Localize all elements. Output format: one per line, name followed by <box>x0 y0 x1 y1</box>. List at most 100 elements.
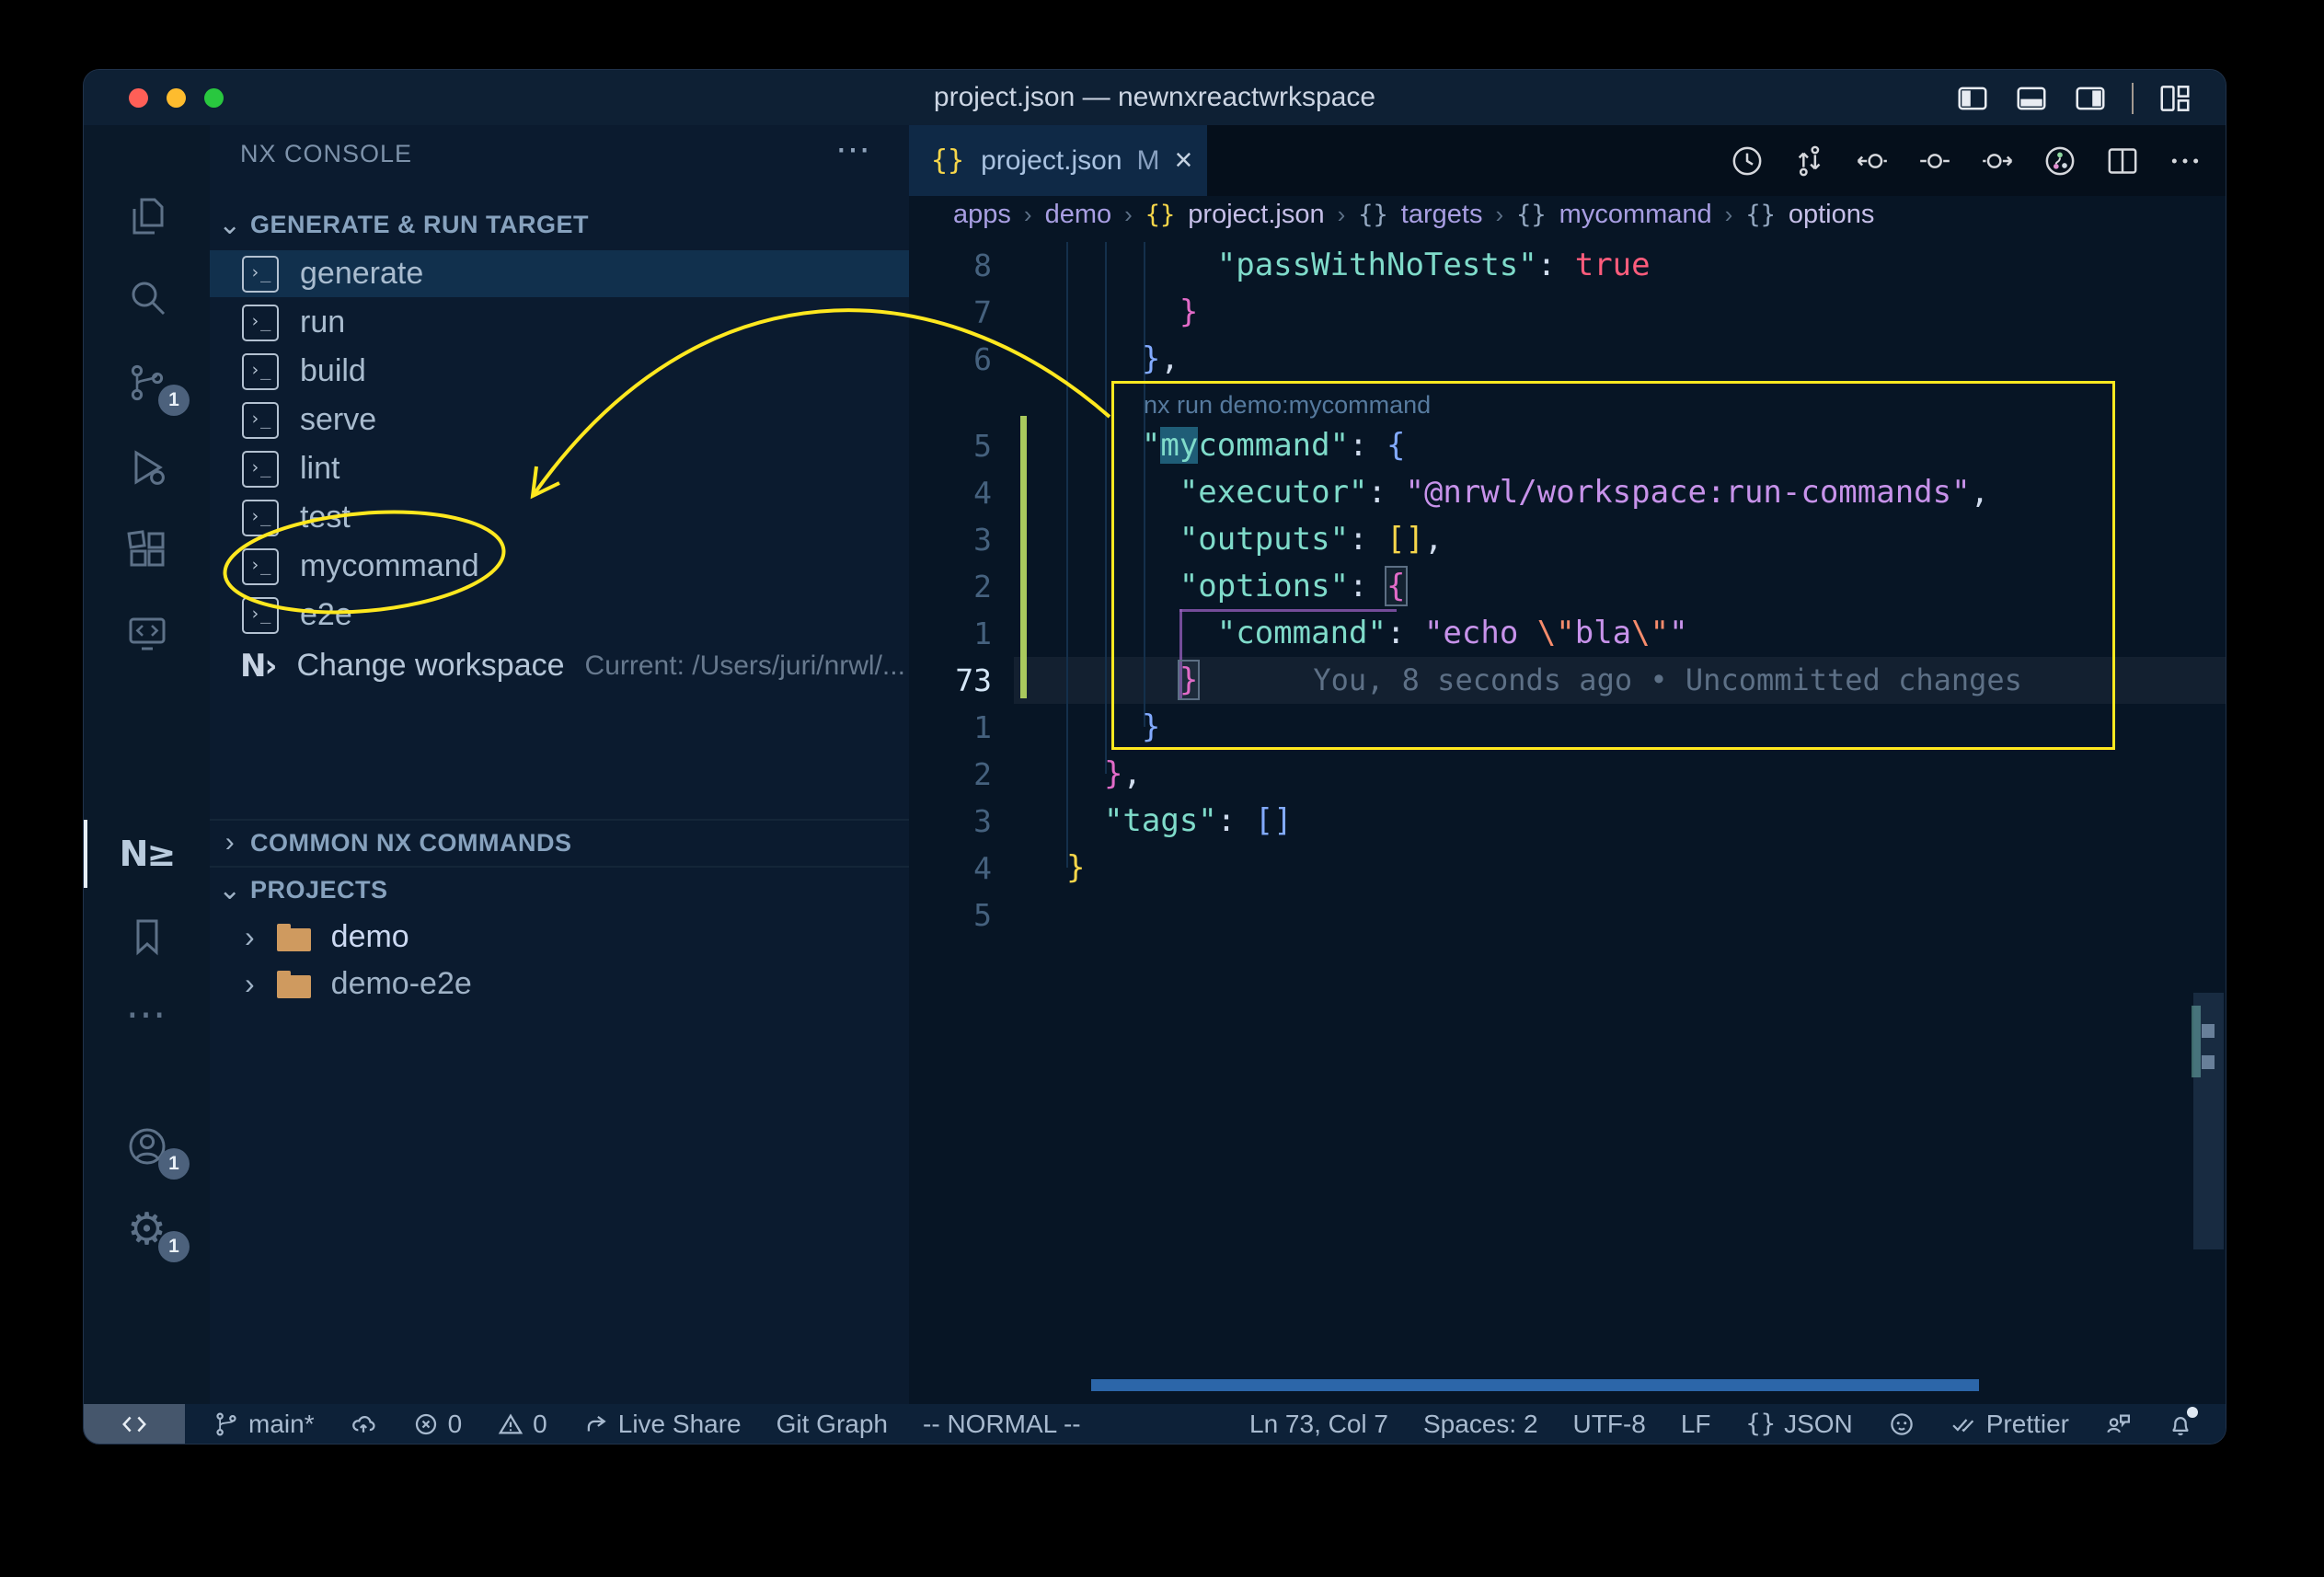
code-line-text[interactable]: }, <box>1066 336 1179 383</box>
sidebar-item-source-control[interactable]: 1 <box>84 342 210 423</box>
line-number[interactable]: 73 <box>909 657 992 704</box>
remote-indicator[interactable] <box>84 1404 185 1444</box>
line-number[interactable]: 3 <box>909 798 992 845</box>
sidebar-item-extensions[interactable] <box>84 510 210 591</box>
sidebar-item-generate[interactable]: ›_generate <box>210 250 909 297</box>
status-label: Prettier <box>1986 1410 2069 1439</box>
line-number[interactable]: 2 <box>909 563 992 610</box>
activity-bar: 1 N≥ ⋯ 1 ⚙ 1 <box>84 125 210 1404</box>
chevron-right-icon: › <box>210 827 250 858</box>
status-item-live-share[interactable]: Live Share <box>582 1410 742 1439</box>
line-number[interactable]: 7 <box>909 289 992 336</box>
status-item-git-graph[interactable]: Git Graph <box>777 1410 888 1439</box>
accounts-button[interactable]: 1 <box>84 1106 210 1187</box>
terminal-icon: ›_ <box>242 548 279 585</box>
horizontal-scrollbar[interactable] <box>1091 1379 1979 1391</box>
sidebar-item-test[interactable]: ›_test <box>210 494 909 541</box>
double-check-icon <box>1950 1410 1978 1438</box>
line-number[interactable]: 4 <box>909 469 992 516</box>
sidebar-item-bookmarks[interactable] <box>84 896 210 977</box>
status-item-spaces-2[interactable]: Spaces: 2 <box>1423 1410 1538 1439</box>
terminal-icon: ›_ <box>242 353 279 390</box>
code-token: } <box>1179 294 1198 330</box>
settings-button[interactable]: ⚙ 1 <box>84 1189 210 1270</box>
status-item-cloud-upload[interactable] <box>350 1410 377 1438</box>
code-editor[interactable]: 8 "passWithNoTests": true7 }6 },nx run d… <box>909 125 2226 1404</box>
sidebar-item-e2e[interactable]: ›_e2e <box>210 592 909 639</box>
code-line-text[interactable]: } <box>1066 289 1198 336</box>
line-number[interactable]: 8 <box>909 242 992 289</box>
code-token <box>1066 802 1104 839</box>
code-line-text[interactable]: }, <box>1066 751 1142 798</box>
vertical-scrollbar[interactable] <box>2193 993 2224 1249</box>
status-item-feedback[interactable] <box>2104 1410 2132 1438</box>
code-line: 8 "passWithNoTests": true <box>909 242 2226 289</box>
remote-explorer-icon <box>125 611 169 655</box>
toggle-secondary-sidebar-icon[interactable] <box>2073 81 2108 116</box>
status-item-github[interactable] <box>1888 1410 1916 1438</box>
sidebar-item-mycommand[interactable]: ›_mycommand <box>210 543 909 590</box>
code-line: 3 "tags": [] <box>909 798 2226 845</box>
line-number[interactable]: 3 <box>909 516 992 563</box>
sidebar-item-change-workspace[interactable]: N› Change workspace Current: /Users/juri… <box>210 642 909 689</box>
sidebar-item-nx-console[interactable]: N≥ <box>84 813 210 894</box>
run-debug-icon <box>125 445 169 489</box>
status-item-lf[interactable]: LF <box>1681 1410 1711 1439</box>
code-line: 5 <box>909 892 2226 938</box>
status-label: Ln 73, Col 7 <box>1249 1410 1388 1439</box>
sidebar-more-actions-icon[interactable]: ⋯ <box>835 125 870 182</box>
line-number[interactable]: 2 <box>909 751 992 798</box>
status-item-utf-8[interactable]: UTF-8 <box>1573 1410 1646 1439</box>
sidebar-item-more-views[interactable]: ⋯ <box>84 973 210 1054</box>
sidebar-item-run[interactable]: ›_ run <box>210 299 909 346</box>
target-label: lint <box>300 451 339 487</box>
chevron-down-icon: ⌄ <box>210 874 250 906</box>
sidebar-item-serve[interactable]: ›_serve <box>210 397 909 443</box>
chevron-down-icon: ⌄ <box>210 209 250 241</box>
customize-layout-icon[interactable] <box>2157 81 2192 116</box>
status-item-0[interactable]: 0 <box>497 1410 547 1439</box>
project-item-demo-e2e[interactable]: ›demo-e2e <box>210 961 909 1007</box>
status-item-main-[interactable]: main* <box>213 1410 315 1439</box>
section-common-nx-commands[interactable]: › COMMON NX COMMANDS <box>210 823 909 863</box>
folder-icon <box>277 971 311 998</box>
section-projects[interactable]: ⌄ PROJECTS <box>210 869 909 910</box>
code-token: [] <box>1255 802 1293 839</box>
vscode-window: project.json — newnxreactwrkspace 1 <box>83 69 2226 1445</box>
status-item-ln-73-col-7[interactable]: Ln 73, Col 7 <box>1249 1410 1388 1439</box>
line-number[interactable]: 5 <box>909 422 992 469</box>
notification-dot <box>2187 1407 2198 1418</box>
project-label: demo <box>331 919 409 955</box>
toggle-primary-sidebar-icon[interactable] <box>1955 81 1990 116</box>
status-label: UTF-8 <box>1573 1410 1646 1439</box>
target-label: run <box>300 305 345 340</box>
folder-icon <box>277 924 311 951</box>
status-item--normal-[interactable]: -- NORMAL -- <box>923 1410 1081 1439</box>
line-number[interactable]: 1 <box>909 610 992 657</box>
code-line-text[interactable]: "tags": [] <box>1066 798 1293 845</box>
status-item-0[interactable]: 0 <box>412 1410 463 1439</box>
code-line-text[interactable]: "passWithNoTests": true <box>1066 242 1651 289</box>
line-number[interactable]: 5 <box>909 892 992 938</box>
line-number[interactable]: 4 <box>909 845 992 892</box>
code-line-text[interactable]: } <box>1066 845 1085 892</box>
sidebar-item-run-debug[interactable] <box>84 427 210 508</box>
toggle-panel-icon[interactable] <box>2014 81 2049 116</box>
status-item-json[interactable]: {}JSON <box>1746 1410 1853 1439</box>
accounts-badge: 1 <box>158 1148 190 1180</box>
status-item-prettier[interactable]: Prettier <box>1950 1410 2069 1439</box>
status-label: 0 <box>448 1410 463 1439</box>
sidebar-item-search[interactable] <box>84 257 210 338</box>
status-item-bell[interactable] <box>2167 1410 2194 1438</box>
sidebar-item-explorer[interactable] <box>84 176 210 257</box>
sidebar-item-lint[interactable]: ›_lint <box>210 445 909 492</box>
sidebar-item-build[interactable]: ›_build <box>210 348 909 395</box>
code-token <box>1066 294 1179 330</box>
section-generate-run-target[interactable]: ⌄ GENERATE & RUN TARGET <box>210 204 909 245</box>
sidebar-item-remote-explorer[interactable] <box>84 593 210 673</box>
line-number[interactable]: 1 <box>909 704 992 751</box>
project-item-demo[interactable]: ›demo <box>210 914 909 961</box>
line-number[interactable]: 6 <box>909 336 992 383</box>
status-label: 0 <box>533 1410 547 1439</box>
terminal-icon: ›_ <box>242 305 279 341</box>
